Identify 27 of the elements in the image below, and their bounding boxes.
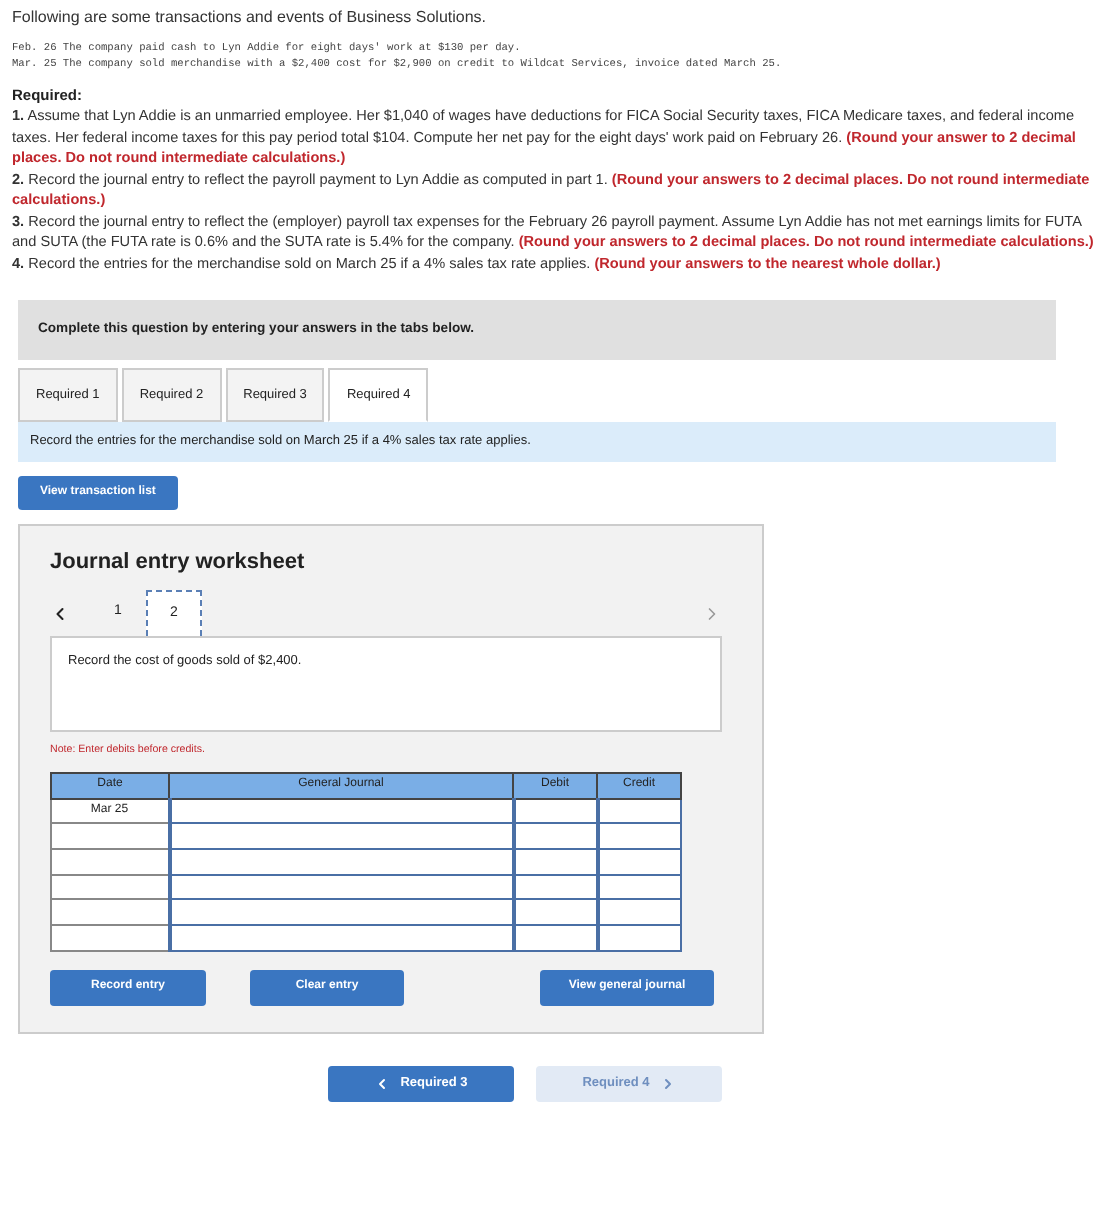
debit-input[interactable] [513,925,597,951]
journal-input[interactable] [169,798,513,824]
credit-input[interactable] [597,899,681,926]
worksheet-title: Journal entry worksheet [50,548,307,579]
journal-input[interactable] [169,925,513,951]
debit-input[interactable] [513,849,597,875]
credit-input[interactable] [597,874,681,900]
credit-input[interactable] [597,823,681,850]
date-cell [51,925,169,951]
debit-input[interactable] [513,798,597,824]
credit-input[interactable] [597,849,681,875]
intro-text: Following are some transactions and events of Business Solutions. [12,6,489,30]
date-cell [51,823,169,850]
date-cell [51,874,169,900]
credit-input[interactable] [597,925,681,951]
date-cell [51,849,169,875]
chevron-right-icon [659,1076,676,1093]
credit-input[interactable] [597,798,681,824]
journal-input[interactable] [169,823,513,850]
chevron-left-icon [374,1076,391,1093]
debit-input[interactable] [513,874,597,900]
journal-input[interactable] [169,874,513,900]
debit-input[interactable] [513,823,597,850]
date-cell [51,899,169,926]
debit-input[interactable] [513,899,597,926]
journal-input[interactable] [169,899,513,926]
journal-input[interactable] [169,849,513,875]
